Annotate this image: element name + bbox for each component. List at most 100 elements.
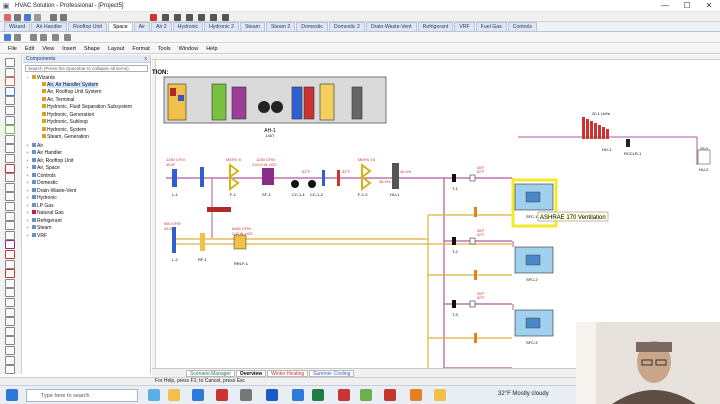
menu-view[interactable]: View — [38, 46, 58, 52]
expand-icon[interactable]: + — [25, 142, 30, 150]
align-icon[interactable] — [14, 34, 21, 41]
tree-item[interactable]: + Natural Gas — [23, 209, 150, 217]
tree-item[interactable]: + Controls — [23, 172, 150, 180]
tree-item[interactable]: Hydronic, System — [23, 127, 150, 135]
tree-item[interactable]: + VRF — [23, 232, 150, 240]
open-icon[interactable] — [14, 14, 21, 21]
terminal-damper[interactable] — [452, 174, 456, 182]
menu-layout[interactable]: Layout — [104, 46, 129, 52]
supply-fan[interactable] — [262, 168, 274, 185]
shape-tool-icon[interactable] — [5, 192, 15, 202]
tab-steam-2[interactable]: Steam 2 — [265, 22, 296, 31]
expand-icon[interactable]: + — [25, 217, 30, 225]
close-panel-icon[interactable]: x — [144, 55, 147, 63]
tree-item[interactable]: Air, Air Handler System — [23, 81, 150, 90]
settings-icon[interactable] — [292, 389, 304, 401]
shape-tool-icon[interactable] — [5, 125, 15, 135]
layer-icon[interactable] — [64, 34, 71, 41]
sheet-tab-overview[interactable]: Overview — [235, 369, 267, 377]
tree-item[interactable]: + Air, Space — [23, 164, 150, 172]
chrome-icon[interactable] — [216, 389, 228, 401]
expand-icon[interactable]: + — [25, 224, 30, 232]
tree-item[interactable]: + Air — [23, 142, 150, 150]
shape-tool-icon[interactable] — [5, 355, 15, 365]
tab-drain-waste-vent[interactable]: Drain-Waste-Vent — [365, 22, 417, 31]
zoom-tool-icon[interactable] — [198, 14, 205, 21]
tab-wizard[interactable]: Wizard — [4, 22, 31, 31]
humidifier-duct[interactable] — [392, 163, 399, 189]
sheet-tab-summer-cooling[interactable]: Summer Cooling — [309, 369, 355, 377]
menu-help[interactable]: Help — [202, 46, 221, 52]
powerpoint-icon[interactable] — [338, 389, 350, 401]
mail-icon[interactable] — [266, 389, 278, 401]
louver-supply[interactable] — [172, 169, 177, 187]
expand-icon[interactable]: + — [25, 202, 30, 210]
store-icon[interactable] — [240, 389, 252, 401]
menu-insert[interactable]: Insert — [58, 46, 80, 52]
task-view-icon[interactable] — [148, 389, 160, 401]
text-tool-icon[interactable] — [162, 14, 169, 21]
tab-refrigerant[interactable]: Refrigerant — [417, 22, 454, 31]
save-icon[interactable] — [4, 14, 11, 21]
new-icon[interactable] — [24, 14, 31, 21]
filter-merv-15[interactable] — [360, 163, 372, 191]
redo-icon[interactable] — [60, 14, 67, 21]
menu-format[interactable]: Format — [128, 46, 153, 52]
tab-hydronic[interactable]: Hydronic — [172, 22, 204, 31]
tree-item[interactable]: + Domestic — [23, 179, 150, 187]
menu-file[interactable]: File — [4, 46, 21, 52]
start-icon[interactable] — [6, 389, 18, 401]
expand-icon[interactable]: + — [25, 149, 30, 157]
shape-tool-icon[interactable] — [5, 346, 15, 355]
tab-controls[interactable]: Controls — [507, 22, 538, 31]
tree-item[interactable]: + Drain-Waste-Vent — [23, 187, 150, 195]
shape-tool-icon[interactable] — [5, 240, 15, 250]
shape-tool-icon[interactable] — [5, 173, 15, 183]
shape-tool-icon[interactable] — [5, 211, 15, 221]
shape-tool-icon[interactable] — [5, 144, 15, 154]
tree-item[interactable]: + Air Handler — [23, 149, 150, 157]
cooling-coil-1[interactable] — [291, 180, 299, 188]
expand-icon[interactable]: + — [25, 164, 30, 172]
shape-tool-icon[interactable] — [5, 288, 15, 298]
menu-edit[interactable]: Edit — [21, 46, 38, 52]
app-icon-yellow[interactable] — [434, 389, 446, 401]
shape-tool-icon[interactable] — [5, 154, 15, 163]
close-button[interactable]: ✕ — [698, 0, 720, 12]
sheet-tab-winter-heating[interactable]: Winter Heating — [267, 369, 309, 377]
shape-tool-icon[interactable] — [5, 58, 15, 67]
tree-item[interactable]: + LP Gas — [23, 202, 150, 210]
shape-tool-icon[interactable] — [5, 134, 15, 144]
expand-icon[interactable]: + — [25, 157, 30, 165]
maximize-button[interactable]: ☐ — [676, 0, 698, 12]
shape-tool-icon[interactable] — [5, 365, 15, 375]
tab-air[interactable]: Air — [133, 22, 150, 31]
shape-tool-icon[interactable] — [5, 67, 15, 77]
shape-tool-icon[interactable] — [5, 96, 15, 106]
components-search-input[interactable]: Search (Press the Spacebar to collapse a… — [25, 65, 148, 72]
expand-icon[interactable]: + — [25, 209, 30, 217]
return-damper[interactable] — [207, 207, 231, 212]
terminal-damper[interactable] — [452, 237, 456, 245]
edge-icon[interactable] — [192, 389, 204, 401]
connect-icon[interactable] — [4, 34, 11, 41]
tab-rooftop-unit[interactable]: Rooftop Unit — [68, 22, 107, 31]
shape-tool-icon[interactable] — [5, 298, 15, 307]
return-grille[interactable] — [474, 333, 477, 343]
tab-space[interactable]: Space — [107, 22, 133, 31]
air-handler-unit[interactable]: AH-1 1/4/7 — [163, 76, 387, 138]
shape-tool-icon[interactable] — [5, 250, 15, 259]
shape-tool-icon[interactable] — [5, 278, 15, 288]
shape-tool-icon[interactable] — [5, 317, 15, 327]
damper-supply[interactable] — [200, 167, 204, 187]
return-fan-box[interactable] — [200, 233, 205, 251]
shape-tool-icon[interactable] — [5, 269, 15, 279]
tree-item[interactable]: Hydronic, Subloop — [23, 119, 150, 127]
minimize-button[interactable]: — — [654, 0, 676, 12]
return-grille[interactable] — [474, 207, 477, 217]
terminal-3[interactable]: T-355°F62°FSFC-3 — [452, 292, 554, 345]
app-icon-red[interactable] — [384, 389, 396, 401]
terminal-damper[interactable] — [452, 300, 456, 308]
shape-tool-icon[interactable] — [5, 230, 15, 240]
expand-icon[interactable]: + — [25, 187, 30, 195]
